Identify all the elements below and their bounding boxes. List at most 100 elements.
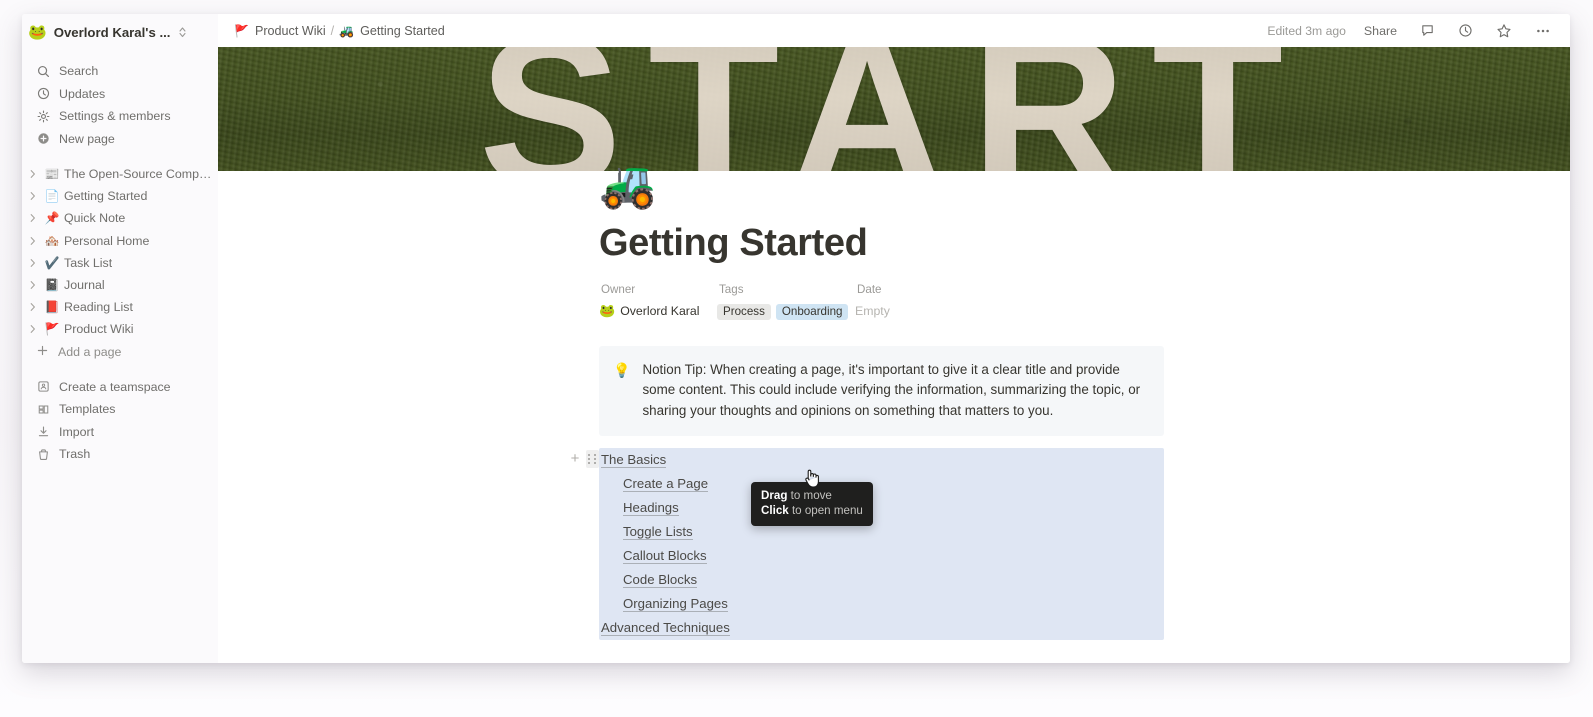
sidebar-page-item[interactable]: ✔️ Task List xyxy=(22,252,218,274)
sidebar-item-settings-members[interactable]: Settings & members xyxy=(22,105,218,128)
status-badge[interactable]: Process xyxy=(717,303,771,320)
page-cover-image[interactable]: START xyxy=(218,47,1570,171)
sidebar-item-create-teamspace[interactable]: Create a teamspace xyxy=(22,376,218,399)
chevron-right-icon[interactable] xyxy=(26,300,40,314)
sidebar-page-list: 📰 The Open-Source Compu... 📄 Getting Starte… xyxy=(22,163,218,341)
sidebar-page-label: Quick Note xyxy=(64,211,126,226)
list-item[interactable]: The Basics xyxy=(599,448,1164,472)
sidebar-page-item[interactable]: 📌 Quick Note xyxy=(22,207,218,229)
sidebar-page-label: Product Wiki xyxy=(64,322,134,337)
list-item[interactable]: Callout Blocks xyxy=(599,544,1164,568)
page-title[interactable]: Getting Started xyxy=(599,222,1530,265)
sidebar-page-label: Task List xyxy=(64,255,113,270)
page-emoji-icon: ✔️ xyxy=(44,255,60,270)
list-item[interactable]: Headings xyxy=(599,496,1164,520)
sidebar-page-item[interactable]: 📓 Journal xyxy=(22,274,218,296)
chevron-right-icon[interactable] xyxy=(26,167,40,181)
list-item-label: The Basics xyxy=(601,451,667,468)
breadcrumb-item-getting-started[interactable]: 🚜 Getting Started xyxy=(335,22,449,40)
sidebar-item-label: Updates xyxy=(59,86,106,101)
sidebar-item-trash[interactable]: Trash xyxy=(22,443,218,466)
sidebar-page-item[interactable]: 📰 The Open-Source Compu... xyxy=(22,163,218,185)
list-item[interactable]: Organizing Pages xyxy=(599,592,1164,616)
add-a-page-label: Add a page xyxy=(58,344,122,359)
sidebar-item-templates[interactable]: Templates xyxy=(22,398,218,421)
list-item-label: Headings xyxy=(623,499,679,516)
page-content: Getting Started Owner 🐸 Overlord Karal T… xyxy=(218,171,1570,640)
list-item[interactable]: Create a Page xyxy=(599,472,1164,496)
chevron-right-icon[interactable] xyxy=(26,234,40,248)
sidebar-page-item[interactable]: 📕 Reading List xyxy=(22,296,218,318)
chevron-right-icon[interactable] xyxy=(26,278,40,292)
tooltip-line-2: Click to open menu xyxy=(761,503,863,518)
comment-icon[interactable] xyxy=(1415,20,1440,41)
breadcrumb-item-product-wiki[interactable]: 🚩 Product Wiki xyxy=(230,22,330,40)
search-icon xyxy=(36,64,50,78)
sidebar-item-label: Search xyxy=(59,64,99,79)
list-item-label: Callout Blocks xyxy=(623,547,707,564)
sidebar-page-item[interactable]: 🏘️ Personal Home xyxy=(22,230,218,252)
drag-handle[interactable] xyxy=(586,449,599,468)
property-owner-value[interactable]: 🐸 Overlord Karal xyxy=(599,304,717,318)
add-a-page-button[interactable]: Add a page xyxy=(22,341,218,363)
plus-circle-icon xyxy=(36,132,50,146)
cover-overlay xyxy=(218,47,1570,171)
page-emoji-icon: 📌 xyxy=(44,211,60,226)
page-emoji-icon: 🚩 xyxy=(44,322,60,337)
tooltip-line-1: Drag to move xyxy=(761,488,863,503)
sidebar-page-label: Getting Started xyxy=(64,189,148,204)
add-block-button[interactable]: + xyxy=(568,451,582,466)
property-label: Date xyxy=(857,282,882,296)
star-icon[interactable] xyxy=(1491,20,1517,42)
sidebar-item-label: Import xyxy=(59,424,95,439)
breadcrumb-separator: / xyxy=(330,23,335,38)
sidebar-item-label: Settings & members xyxy=(59,109,171,124)
sidebar-item-new-page[interactable]: New page xyxy=(22,128,218,151)
gear-icon xyxy=(36,109,50,123)
lightbulb-icon: 💡 xyxy=(613,361,631,378)
sidebar-item-label: Templates xyxy=(59,402,116,417)
chevron-right-icon[interactable] xyxy=(26,189,40,203)
import-icon xyxy=(36,425,50,439)
tractor-icon: 🚜 xyxy=(339,23,355,38)
main-area: 🚩 Product Wiki / 🚜 Getting Started Edite… xyxy=(218,14,1570,663)
workspace-name: Overlord Karal's ... xyxy=(53,24,171,40)
callout-block[interactable]: 💡 Notion Tip: When creating a page, it's… xyxy=(599,345,1164,436)
chevron-right-icon[interactable] xyxy=(26,211,40,225)
top-bar: 🚩 Product Wiki / 🚜 Getting Started Edite… xyxy=(218,14,1570,47)
property-tags-value[interactable]: Process Onboarding xyxy=(717,303,855,320)
selected-blocks-group: + The Basics Create a Page Headings Toggle … xyxy=(571,447,1164,640)
owner-name: Overlord Karal xyxy=(620,303,700,318)
sidebar-page-item[interactable]: 📄 Getting Started xyxy=(22,185,218,207)
sidebar-item-updates[interactable]: Updates xyxy=(22,83,218,106)
page-emoji-icon: 📕 xyxy=(44,300,60,315)
list-item[interactable]: Toggle Lists xyxy=(599,520,1164,544)
chevron-right-icon[interactable] xyxy=(26,322,40,336)
drag-handle-tooltip: Drag to move Click to open menu xyxy=(751,482,873,526)
page-icon-tractor-icon[interactable]: 🚜 xyxy=(599,158,659,210)
notion-app-window: 🐸 Overlord Karal's ... Search Updates Se… xyxy=(22,14,1570,663)
property-owner: Owner 🐸 Overlord Karal xyxy=(599,283,717,320)
workspace-switcher[interactable]: 🐸 Overlord Karal's ... xyxy=(22,16,218,48)
sidebar-item-import[interactable]: Import xyxy=(22,421,218,444)
chevron-right-icon[interactable] xyxy=(26,256,40,270)
list-item[interactable]: Code Blocks xyxy=(599,568,1164,592)
sidebar-page-label: Journal xyxy=(64,278,105,293)
top-bar-actions: Edited 3m ago Share xyxy=(1267,20,1556,42)
list-item[interactable]: Advanced Techniques xyxy=(599,616,1164,640)
property-date: Date Empty xyxy=(855,283,975,320)
list-item-label: Organizing Pages xyxy=(623,595,728,612)
status-badge[interactable]: Onboarding xyxy=(775,303,849,320)
teamspace-icon xyxy=(36,380,50,394)
breadcrumb-label: Product Wiki xyxy=(254,23,326,38)
property-date-value[interactable]: Empty xyxy=(855,304,975,318)
sidebar-page-label: Reading List xyxy=(64,300,133,315)
breadcrumb-label: Getting Started xyxy=(360,23,445,38)
more-options-icon[interactable] xyxy=(1530,20,1556,42)
sidebar-item-label: New page xyxy=(59,131,115,146)
sidebar-item-search[interactable]: Search xyxy=(22,60,218,83)
sidebar-page-item[interactable]: 🚩 Product Wiki xyxy=(22,318,218,340)
share-button[interactable]: Share xyxy=(1359,21,1402,41)
history-clock-icon[interactable] xyxy=(1453,20,1478,41)
